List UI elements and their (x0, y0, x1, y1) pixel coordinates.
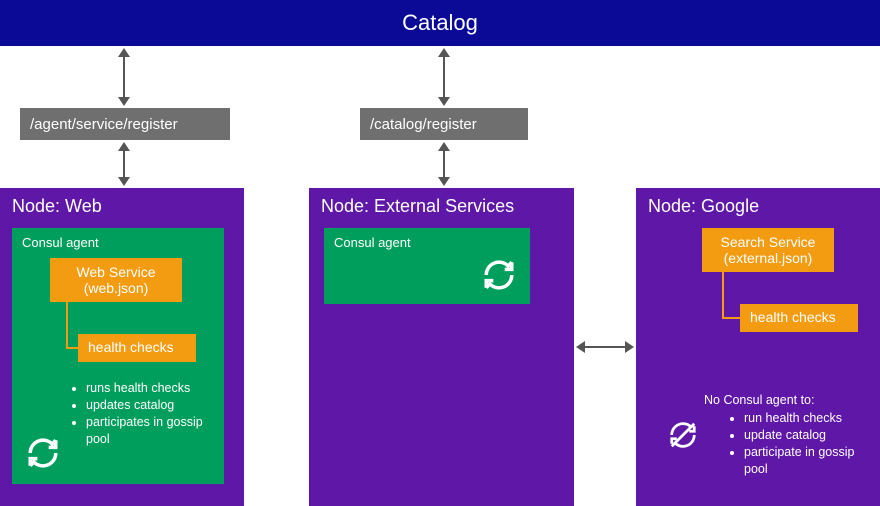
bullet-item: participates in gossip pool (86, 414, 220, 448)
web-service-name: Web Service (54, 264, 178, 280)
connector-line (722, 272, 724, 318)
bullet-item: participate in gossip pool (744, 444, 870, 478)
endpoint-catalog-register: /catalog/register (360, 108, 528, 140)
google-health-label: health checks (750, 309, 836, 325)
no-sync-icon (668, 420, 698, 450)
arrow-agent-endpoint-to-node-web (123, 150, 125, 178)
google-service-file: (external.json) (706, 250, 830, 266)
sync-icon (482, 258, 516, 292)
node-google-title: Node: Google (636, 188, 880, 227)
bullet-item: runs health checks (86, 380, 220, 397)
bullet-item: run health checks (744, 410, 870, 427)
sync-icon (26, 436, 60, 470)
web-service-box: Web Service (web.json) (50, 258, 182, 302)
google-search-service-box: Search Service (external.json) (702, 228, 834, 272)
arrow-catalog-to-catalog-endpoint (443, 56, 445, 98)
google-health-checks: health checks (740, 304, 858, 332)
bullet-item: update catalog (744, 427, 870, 444)
arrow-catalog-endpoint-to-node-external (443, 150, 445, 178)
node-web-title: Node: Web (0, 188, 244, 227)
web-health-label: health checks (88, 339, 174, 355)
node-web: Node: Web Consul agent Web Service (web.… (0, 188, 244, 506)
endpoint-catalog-register-label: /catalog/register (370, 116, 477, 133)
catalog-title: Catalog (402, 10, 478, 36)
google-service-name: Search Service (706, 234, 830, 250)
connector-line (66, 302, 68, 348)
arrow-external-to-google (584, 346, 626, 348)
consul-agent-external: Consul agent (324, 228, 530, 304)
connector-line (722, 317, 740, 319)
node-google: Node: Google Search Service (external.js… (636, 188, 880, 506)
google-no-agent-title: No Consul agent to: (704, 392, 874, 409)
node-external-title: Node: External Services (309, 188, 574, 227)
catalog-header: Catalog (0, 0, 880, 46)
web-health-checks: health checks (78, 334, 196, 362)
endpoint-agent-register-label: /agent/service/register (30, 116, 178, 133)
consul-agent-external-label: Consul agent (324, 228, 530, 254)
bullet-item: updates catalog (86, 397, 220, 414)
connector-line (66, 347, 78, 349)
consul-agent-web: Consul agent Web Service (web.json) heal… (12, 228, 224, 484)
endpoint-agent-register: /agent/service/register (20, 108, 230, 140)
consul-agent-web-label: Consul agent (12, 228, 224, 254)
web-agent-bullets: runs health checks updates catalog parti… (70, 380, 220, 448)
arrow-catalog-to-agent-endpoint (123, 56, 125, 98)
node-external-services: Node: External Services Consul agent (309, 188, 574, 506)
web-service-file: (web.json) (54, 280, 178, 296)
google-no-agent-bullets: run health checks update catalog partici… (728, 410, 870, 478)
